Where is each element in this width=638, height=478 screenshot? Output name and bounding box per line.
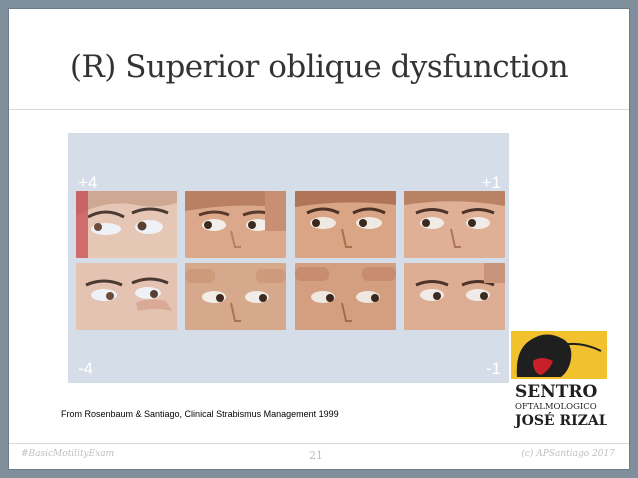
sentro-oftalmologico-logo: SENTRO OFTALMOLOGICO JOSÉ RIZAL (511, 331, 607, 429)
label-top-right: +1 (481, 173, 501, 192)
footer-copyright: (c) APSantiago 2017 (521, 449, 615, 459)
footer-divider (9, 443, 629, 444)
photo-plus2-top (295, 191, 396, 258)
label-bottom-right: -1 (485, 359, 501, 378)
photo-plus1-top (404, 191, 505, 258)
photo-panel: +4 +1 -4 -1 (68, 133, 509, 383)
photo-plus4-top (76, 191, 177, 258)
photo-minus3-bottom (185, 263, 286, 330)
photo-minus4-bottom (76, 263, 177, 330)
slide: (R) Superior oblique dysfunction +4 +1 -… (9, 9, 629, 469)
label-top-left: +4 (78, 173, 98, 192)
photo-plus3-top (185, 191, 286, 258)
title-band: (R) Superior oblique dysfunction (9, 9, 629, 110)
footer-hashtag: #BasicMotilityExam (21, 449, 115, 459)
photo-minus2-bottom (295, 263, 396, 330)
logo-line2: OFTALMOLOGICO (515, 402, 597, 412)
label-bottom-left: -4 (78, 359, 94, 378)
slide-number: 21 (309, 449, 323, 462)
photo-minus1-bottom (404, 263, 505, 330)
photo-caption: From Rosenbaum & Santiago, Clinical Stra… (61, 409, 339, 419)
slide-title: (R) Superior oblique dysfunction (69, 49, 569, 85)
logo-line1: SENTRO (515, 382, 598, 402)
logo-line3: JOSÉ RIZAL (513, 411, 607, 429)
